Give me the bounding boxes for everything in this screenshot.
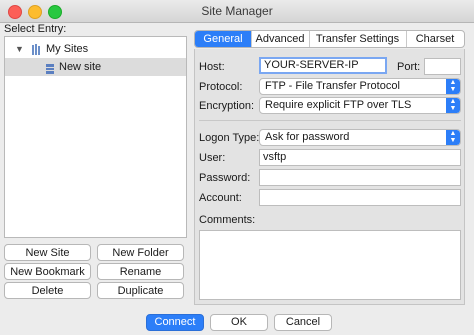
protocol-select[interactable]: FTP - File Transfer Protocol ▲ ▼ bbox=[259, 78, 461, 95]
duplicate-button[interactable]: Duplicate bbox=[97, 282, 184, 299]
logon-type-label: Logon Type: bbox=[199, 132, 260, 144]
chevron-updown-icon: ▲ ▼ bbox=[446, 98, 460, 113]
folder-icon bbox=[32, 43, 41, 55]
cancel-button[interactable]: Cancel bbox=[274, 314, 332, 331]
encryption-select-value: Require explicit FTP over TLS bbox=[265, 99, 412, 111]
new-folder-button[interactable]: New Folder bbox=[97, 244, 184, 261]
section-divider bbox=[199, 120, 461, 121]
select-entry-label: Select Entry: bbox=[4, 23, 67, 35]
logon-type-select-value: Ask for password bbox=[265, 131, 350, 143]
tab-charset[interactable]: Charset bbox=[406, 31, 464, 47]
comments-textarea[interactable] bbox=[199, 230, 461, 300]
port-label: Port: bbox=[397, 61, 421, 73]
encryption-label: Encryption: bbox=[199, 100, 255, 112]
password-input[interactable] bbox=[259, 169, 461, 186]
password-label: Password: bbox=[199, 172, 251, 184]
protocol-select-value: FTP - File Transfer Protocol bbox=[265, 80, 400, 92]
title-bar: Site Manager bbox=[0, 0, 474, 23]
encryption-select[interactable]: Require explicit FTP over TLS ▲ ▼ bbox=[259, 97, 461, 114]
settings-tabs: General Advanced Transfer Settings Chars… bbox=[194, 30, 465, 48]
rename-button[interactable]: Rename bbox=[97, 263, 184, 280]
connect-button[interactable]: Connect bbox=[146, 314, 204, 331]
site-manager-window: Site Manager Select Entry: ▼ My Sites Ne… bbox=[0, 0, 474, 335]
tree-item-my-sites[interactable]: ▼ My Sites bbox=[5, 40, 186, 58]
chevron-updown-icon: ▲ ▼ bbox=[446, 79, 460, 94]
expand-caret-icon[interactable]: ▼ bbox=[15, 40, 24, 58]
site-tree[interactable]: ▼ My Sites New site bbox=[4, 36, 187, 238]
tree-item-label: My Sites bbox=[46, 43, 89, 55]
user-label: User: bbox=[199, 152, 226, 164]
tab-advanced[interactable]: Advanced bbox=[251, 31, 310, 47]
logon-type-select[interactable]: Ask for password ▲ ▼ bbox=[259, 129, 461, 146]
tree-item-new-site[interactable]: New site bbox=[5, 58, 186, 76]
account-label: Account: bbox=[199, 192, 242, 204]
comments-label: Comments: bbox=[199, 214, 256, 226]
tab-general[interactable]: General bbox=[195, 31, 252, 47]
chevron-updown-icon: ▲ ▼ bbox=[446, 130, 460, 145]
user-input[interactable]: vsftp bbox=[259, 149, 461, 166]
window-title: Site Manager bbox=[201, 4, 273, 18]
server-icon bbox=[46, 62, 54, 74]
general-panel: Host: YOUR-SERVER-IP Port: Protocol: FTP… bbox=[194, 49, 465, 305]
ok-button[interactable]: OK bbox=[210, 314, 268, 331]
account-input[interactable] bbox=[259, 189, 461, 206]
delete-button[interactable]: Delete bbox=[4, 282, 91, 299]
tab-transfer-settings[interactable]: Transfer Settings bbox=[309, 31, 407, 47]
protocol-label: Protocol: bbox=[199, 81, 243, 93]
host-input[interactable]: YOUR-SERVER-IP bbox=[259, 57, 387, 74]
tree-item-label: New site bbox=[59, 61, 102, 73]
port-input[interactable] bbox=[424, 58, 461, 75]
new-site-button[interactable]: New Site bbox=[4, 244, 91, 261]
host-label: Host: bbox=[199, 61, 225, 73]
new-bookmark-button[interactable]: New Bookmark bbox=[4, 263, 91, 280]
